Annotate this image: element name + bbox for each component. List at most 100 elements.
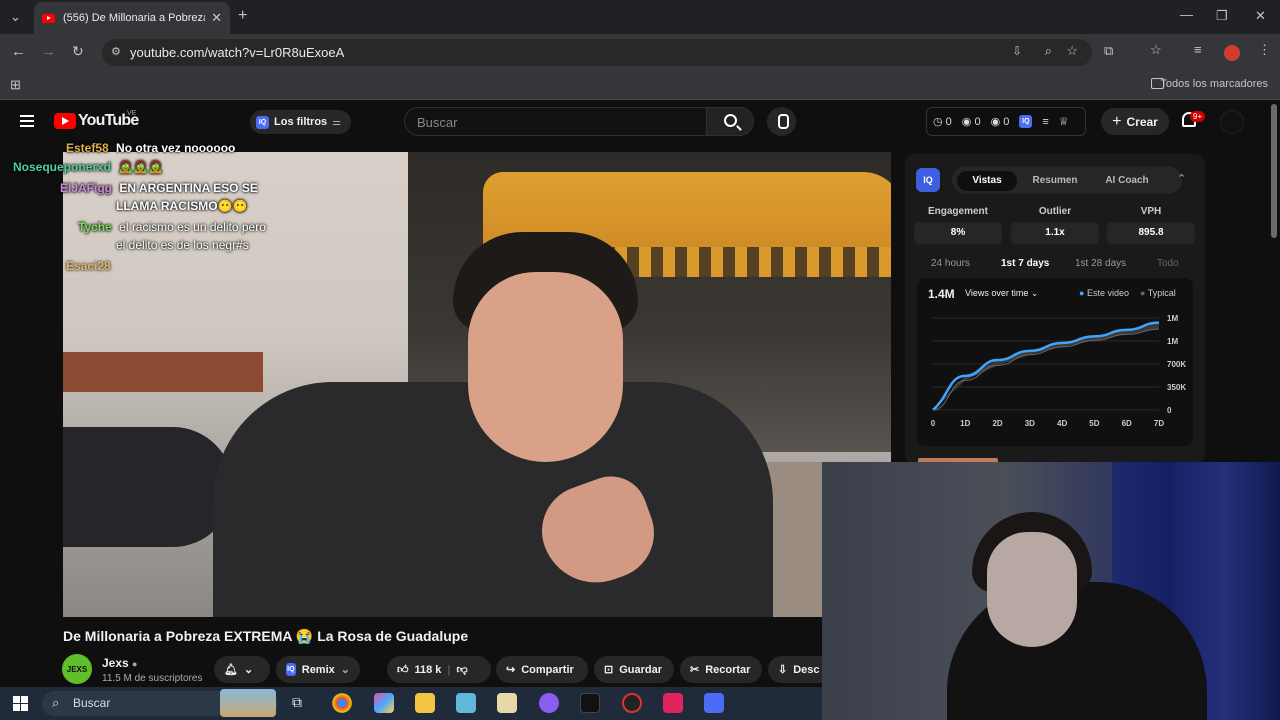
chat-username: Nosequeponerxd: [13, 160, 112, 174]
video-title: De Millonaria a Pobreza EXTREMA 😭 La Ros…: [63, 628, 469, 644]
reload-icon[interactable]: ↻: [72, 43, 84, 60]
minimize-icon[interactable]: —: [1180, 7, 1193, 22]
tab-resumen[interactable]: Resumen: [1025, 171, 1085, 191]
iq-analytics-panel: IQ Vistas Resumen AI Coach ⌃ Engagement …: [905, 154, 1205, 464]
maximize-icon[interactable]: ❐: [1216, 8, 1228, 24]
iq-icon: IQ: [256, 115, 269, 129]
guide-menu-icon[interactable]: [20, 115, 34, 127]
create-button[interactable]: + Crear: [1101, 108, 1169, 135]
iq-logo-icon: IQ: [916, 168, 940, 192]
media-control-icon[interactable]: ≡: [1194, 42, 1202, 57]
metric-label: Outlier: [1038, 206, 1072, 217]
metric-vph-value: 895.8: [1107, 222, 1195, 244]
zoom-icon[interactable]: ⌕: [1045, 43, 1052, 59]
install-icon[interactable]: ⇩: [1012, 44, 1022, 58]
sliders-icon: ⚌: [332, 116, 342, 128]
url-text: youtube.com/watch?v=Lr0R8uExoeA: [130, 45, 345, 60]
new-tab-icon[interactable]: +: [238, 7, 247, 25]
account-avatar[interactable]: [1220, 110, 1244, 134]
remix-label: Remix: [301, 663, 335, 676]
subscriber-count: 11.5 M de suscriptores: [102, 673, 203, 684]
windows-start-icon[interactable]: [13, 696, 28, 711]
page-scrollbar[interactable]: [1271, 104, 1277, 238]
tab-ai-coach[interactable]: AI Coach: [1097, 171, 1157, 191]
chat-text: 🧟🧟🧟: [118, 160, 164, 174]
chat-text-continued: el delito es de los negr#s: [116, 238, 249, 252]
media-app-icon[interactable]: [497, 693, 517, 713]
url-field[interactable]: ⚙ youtube.com/watch?v=Lr0R8uExoeA ⇩ ⌕ ☆: [102, 39, 1092, 66]
back-icon[interactable]: ←: [11, 43, 26, 60]
clip-button[interactable]: ✂ Recortar: [680, 656, 762, 683]
discord-icon[interactable]: [539, 693, 559, 713]
share-button[interactable]: ↪ Compartir: [496, 656, 588, 683]
search-icon: [724, 114, 737, 127]
stat-clock: ◷ 0: [933, 116, 952, 128]
menu-icon[interactable]: ⋮: [1258, 42, 1271, 58]
like-icon[interactable]: 👍︎: [397, 663, 409, 676]
bookmarks-icon[interactable]: ☆: [1150, 42, 1162, 58]
search-button[interactable]: [706, 107, 754, 136]
chat-username: ElJAFigg: [60, 181, 113, 195]
x-tick-label: 4D: [1057, 419, 1067, 428]
views-chart: 0 350K 700K 1M 1M 0 1D 2D 3D 4D 5D 6D 7D: [931, 314, 1187, 428]
tab-close-icon[interactable]: ✕: [211, 10, 222, 26]
chat-message: ElJAFigg EN ARGENTINA ESO SE: [60, 181, 258, 195]
notifications-badge: 9+: [1190, 111, 1206, 122]
tiktok-icon[interactable]: [663, 693, 683, 713]
save-button[interactable]: ⊡ Guardar: [594, 656, 674, 683]
channel-name[interactable]: Jexs ●: [102, 656, 137, 670]
trophy-icon[interactable]: ♕: [1059, 115, 1069, 128]
chat-text-continued: LLAMA RACISMO😶😶: [116, 199, 248, 213]
tab-search-icon[interactable]: ⌄: [10, 9, 21, 25]
channel-avatar[interactable]: JEXS: [62, 654, 92, 684]
subscribed-bell-button[interactable]: 🔔︎ ⌄: [214, 656, 270, 683]
task-view-icon[interactable]: ⧉: [292, 694, 302, 711]
divider: |: [447, 663, 451, 676]
profile-avatar[interactable]: [1224, 45, 1240, 61]
app-icon-blue[interactable]: [704, 693, 724, 713]
like-dislike-group: 👍︎ 118 k | 👎︎: [387, 656, 491, 683]
windows-taskbar: ⌕ Buscar ⧉: [0, 687, 822, 720]
remix-button[interactable]: IQ Remix ⌄: [276, 656, 360, 683]
download-label: Desc: [793, 663, 820, 676]
chat-text: EN ARGENTINA ESO SE: [119, 181, 258, 195]
range-28d[interactable]: 1st 28 days: [1075, 258, 1126, 269]
close-window-icon[interactable]: ✕: [1255, 8, 1266, 24]
iq-stats-widget[interactable]: ◷ 0 ◉ 0 ◉ 0 IQ ≡ ♕: [926, 107, 1086, 136]
bookmark-star-icon[interactable]: ☆: [1066, 43, 1078, 59]
search-input[interactable]: Buscar: [404, 107, 706, 136]
site-info-icon[interactable]: ⚙: [111, 45, 121, 58]
file-explorer-icon[interactable]: [415, 693, 435, 713]
all-bookmarks-link[interactable]: Todos los marcadores: [1160, 78, 1268, 90]
tab-vistas[interactable]: Vistas: [957, 171, 1017, 191]
video-scene-arm: [63, 427, 233, 547]
dislike-icon[interactable]: 👎︎: [457, 663, 468, 676]
extensions-icon[interactable]: ⧉: [1104, 43, 1113, 59]
chat-username: Esaci28: [66, 259, 111, 273]
range-24h[interactable]: 24 hours: [931, 258, 970, 269]
voice-search-icon[interactable]: [767, 107, 796, 136]
chat-text: No otra vez noooooo: [116, 141, 236, 155]
apps-grid-icon[interactable]: ⊞: [10, 77, 21, 93]
youtube-logo-icon[interactable]: [54, 113, 76, 129]
region-code: VE: [127, 110, 137, 117]
like-count[interactable]: 118 k: [415, 664, 442, 676]
copilot-icon[interactable]: [374, 693, 394, 713]
capcut-icon[interactable]: [580, 693, 600, 713]
taskbar-search-label: Buscar: [73, 696, 111, 710]
filters-button[interactable]: IQ Los filtros ⚌: [250, 110, 352, 134]
search-icon: ⌕: [52, 695, 60, 710]
app-icon[interactable]: [456, 693, 476, 713]
chat-message: Estef58 No otra vez noooooo: [66, 141, 235, 155]
list-icon[interactable]: ≡: [1042, 116, 1048, 128]
forward-icon[interactable]: →: [41, 43, 56, 60]
range-all[interactable]: Todo: [1157, 258, 1179, 269]
chrome-icon[interactable]: [332, 693, 352, 713]
range-7d[interactable]: 1st 7 days: [1001, 258, 1049, 269]
youtube-favicon-icon: [42, 13, 55, 23]
weather-widget-icon[interactable]: [220, 689, 276, 717]
browser-tab[interactable]: (556) De Millonaria a Pobreza E ✕: [34, 2, 230, 34]
iq-tab-group: Vistas Resumen AI Coach: [952, 166, 1182, 194]
collapse-icon[interactable]: ⌃: [1177, 172, 1186, 185]
obs-icon[interactable]: [622, 693, 642, 713]
